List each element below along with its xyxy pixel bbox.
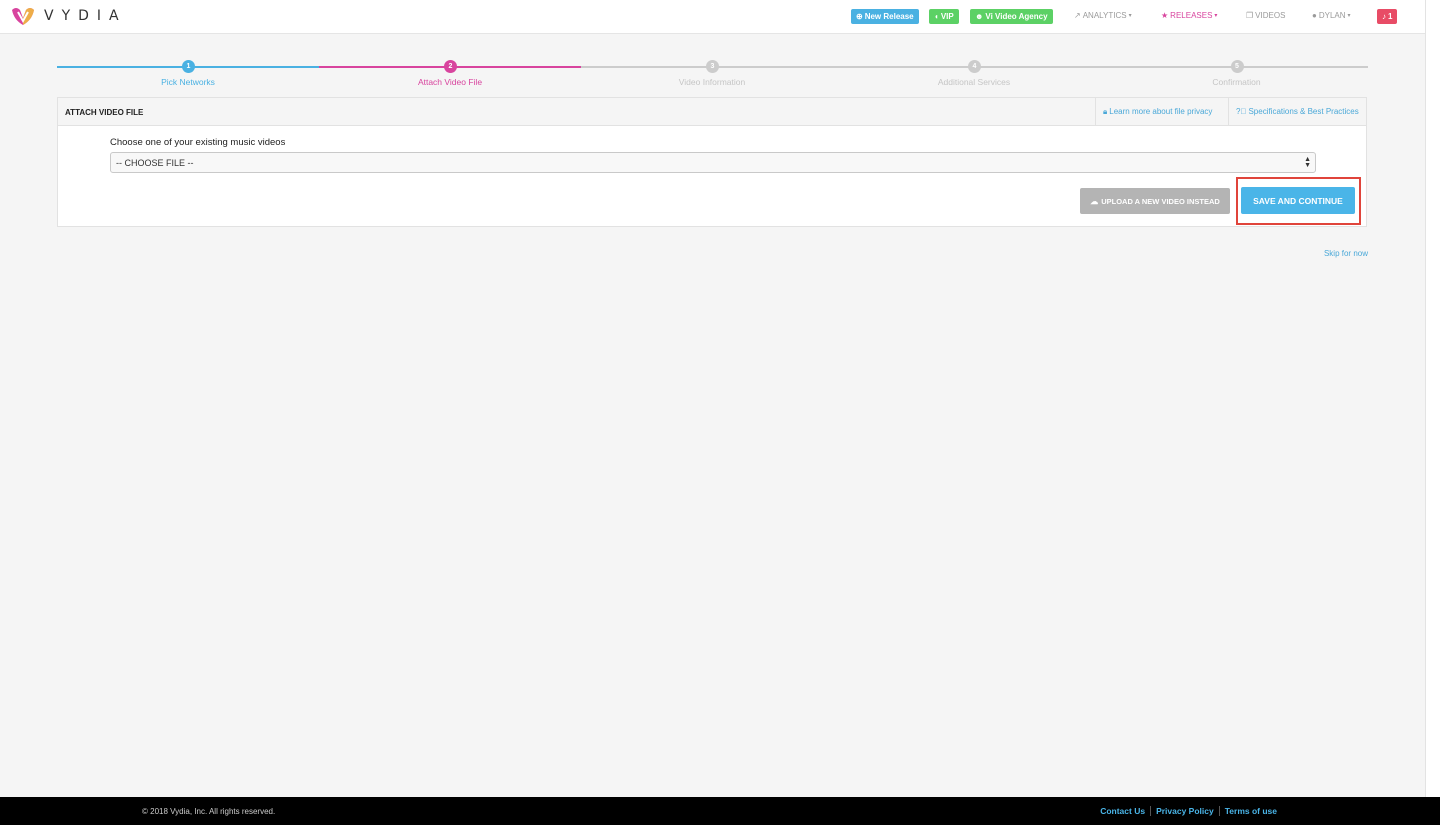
upload-new-video-label: UPLOAD A NEW VIDEO INSTEAD (1101, 196, 1220, 206)
new-release-label: New Release (864, 12, 914, 21)
file-privacy-link[interactable]: 🔒︎ Learn more about file privacy (1095, 98, 1228, 125)
step-confirmation: 5 Confirmation (1105, 59, 1368, 89)
nav-releases[interactable]: ★ RELEASES ▾ (1161, 11, 1217, 20)
nav-videos[interactable]: ❐ VIDEOS (1246, 11, 1285, 20)
choose-file-select[interactable]: -- CHOOSE FILE -- ▲ ▼ (110, 152, 1316, 173)
notifications-count: 1 (1388, 12, 1393, 21)
star-icon: ★ (1161, 11, 1169, 20)
step-number: 4 (968, 60, 981, 73)
select-arrows-icon: ▲ ▼ (1304, 156, 1311, 169)
question-circle-icon: ?⃝ (1236, 107, 1247, 116)
users-icon: ☻ (975, 12, 984, 21)
copyright-text: © 2018 Vydia, Inc. All rights reserved. (142, 807, 276, 816)
specifications-label: Specifications & Best Practices (1248, 107, 1359, 116)
nav-analytics-label: ANALYTICS (1082, 11, 1127, 20)
chevron-down-icon: ▾ (1128, 13, 1132, 19)
nav-releases-label: RELEASES (1170, 11, 1213, 20)
nav-user-menu[interactable]: ● DYLAN ▾ (1312, 11, 1351, 20)
plus-circle-icon: ⊕ (856, 12, 863, 21)
file-privacy-label: Learn more about file privacy (1109, 107, 1213, 116)
save-and-continue-button[interactable]: SAVE AND CONTINUE (1241, 187, 1355, 214)
footer-links: Contact Us Privacy Policy Terms of use (1100, 806, 1277, 816)
step-number: 1 (182, 60, 195, 73)
footer-corner (1425, 797, 1440, 825)
contact-us-link[interactable]: Contact Us (1100, 806, 1145, 816)
choose-file-value: -- CHOOSE FILE -- (116, 157, 194, 168)
lock-icon: 🔒︎ (1103, 106, 1108, 116)
step-label: Confirmation (1212, 77, 1261, 87)
progress-stepper: 1 Pick Networks 2 Attach Video File 3 Vi… (57, 59, 1368, 89)
main-nav: ⊕ New Release ◖ VIP ☻ Vi Video Agency ↗ … (0, 9, 1425, 25)
agency-label: Vi Video Agency (985, 12, 1048, 21)
step-label: Video Information (678, 77, 746, 87)
notifications-button[interactable]: ♪ 1 (1377, 9, 1398, 24)
step-label: Pick Networks (161, 77, 215, 87)
step-label: Additional Services (937, 77, 1011, 87)
step-pick-networks[interactable]: 1 Pick Networks (57, 59, 319, 89)
top-navbar: VYDIA ⊕ New Release ◖ VIP ☻ Vi Video Age… (0, 0, 1425, 34)
terms-of-use-link[interactable]: Terms of use (1225, 806, 1277, 816)
step-additional-services: 4 Additional Services (843, 59, 1105, 89)
step-video-information: 3 Video Information (581, 59, 843, 89)
privacy-policy-link[interactable]: Privacy Policy (1156, 806, 1214, 816)
panel-header: ATTACH VIDEO FILE 🔒︎ Learn more about fi… (58, 98, 1366, 126)
specifications-link[interactable]: ?⃝ Specifications & Best Practices (1228, 98, 1367, 125)
step-number: 5 (1230, 60, 1244, 73)
step-number: 3 (706, 60, 719, 73)
cloud-upload-icon: ☁ (1090, 196, 1099, 206)
step-label: Attach Video File (417, 77, 483, 87)
existing-videos-label: Choose one of your existing music videos (110, 137, 286, 148)
footer: © 2018 Vydia, Inc. All rights reserved. … (0, 797, 1425, 825)
divider (1218, 806, 1220, 816)
user-icon: ● (1312, 11, 1317, 20)
upload-new-video-button[interactable]: ☁ UPLOAD A NEW VIDEO INSTEAD (1080, 188, 1230, 214)
step-number: 2 (444, 60, 457, 73)
nav-user-label: DYLAN (1318, 11, 1346, 20)
attach-video-panel: ATTACH VIDEO FILE 🔒︎ Learn more about fi… (57, 97, 1367, 227)
page-scrollbar[interactable] (1425, 0, 1440, 797)
skip-for-now-link[interactable]: Skip for now (1324, 249, 1368, 258)
agency-button[interactable]: ☻ Vi Video Agency (970, 9, 1053, 24)
nav-videos-label: VIDEOS (1255, 11, 1286, 20)
panel-title: ATTACH VIDEO FILE (65, 108, 144, 117)
chevron-down-icon: ▾ (1347, 13, 1351, 19)
new-release-button[interactable]: ⊕ New Release (851, 9, 919, 24)
bell-icon: ♪ (1382, 12, 1386, 21)
step-attach-video-file[interactable]: 2 Attach Video File (319, 59, 581, 89)
vip-label: VIP (940, 12, 954, 21)
chevron-down-icon: ▾ (1214, 13, 1218, 19)
vip-button[interactable]: ◖ VIP (929, 9, 959, 24)
nav-analytics[interactable]: ↗ ANALYTICS ▾ (1074, 11, 1132, 20)
video-files-icon: ❐ (1246, 11, 1254, 20)
shield-icon: ◖ (934, 12, 939, 21)
divider (1150, 806, 1152, 816)
line-chart-icon: ↗ (1074, 11, 1081, 20)
